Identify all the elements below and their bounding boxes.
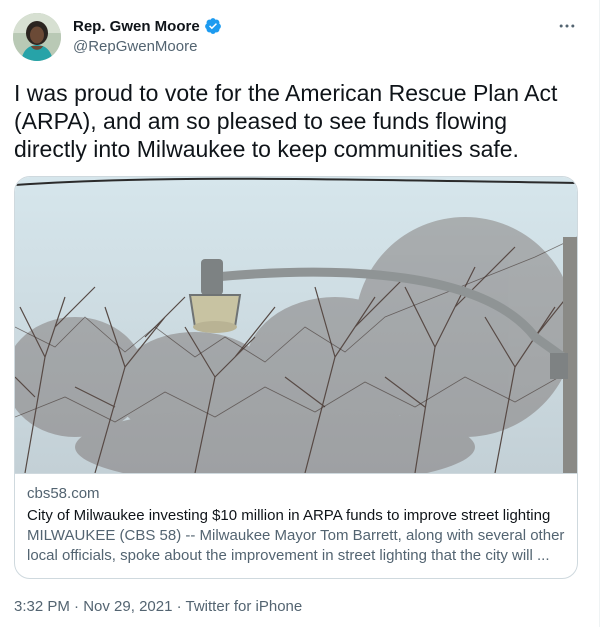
author-name[interactable]: Rep. Gwen Moore xyxy=(73,18,200,35)
author-handle[interactable]: @RepGwenMoore xyxy=(73,38,222,55)
avatar[interactable] xyxy=(13,13,61,61)
meta-separator: · xyxy=(69,598,84,615)
tweet-source: Twitter for iPhone xyxy=(185,598,303,615)
card-image xyxy=(15,177,577,473)
avatar-image xyxy=(13,13,61,61)
tweet: Rep. Gwen Moore @RepGwenMoore I was prou… xyxy=(0,0,600,627)
card-description: MILWAUKEE (CBS 58) -- Milwaukee Mayor To… xyxy=(27,527,565,564)
verified-badge-icon xyxy=(204,17,222,35)
author-block: Rep. Gwen Moore @RepGwenMoore xyxy=(73,16,222,55)
more-options-icon[interactable] xyxy=(555,16,579,36)
card-title: City of Milwaukee investing $10 million … xyxy=(27,507,551,524)
tweet-text: I was proud to vote for the American Res… xyxy=(14,80,558,162)
tweet-time[interactable]: 3:32 PM xyxy=(14,598,70,615)
meta-separator-2: · xyxy=(172,598,186,615)
author-name-row: Rep. Gwen Moore xyxy=(73,16,222,36)
tweet-meta: 3:32 PM · Nov 29, 2021 · Twitter for iPh… xyxy=(14,597,302,617)
link-card[interactable]: cbs58.com City of Milwaukee investing $1… xyxy=(14,176,578,579)
card-domain: cbs58.com xyxy=(27,485,100,502)
tweet-date[interactable]: Nov 29, 2021 xyxy=(83,598,172,615)
card-body: cbs58.com City of Milwaukee investing $1… xyxy=(15,473,577,578)
